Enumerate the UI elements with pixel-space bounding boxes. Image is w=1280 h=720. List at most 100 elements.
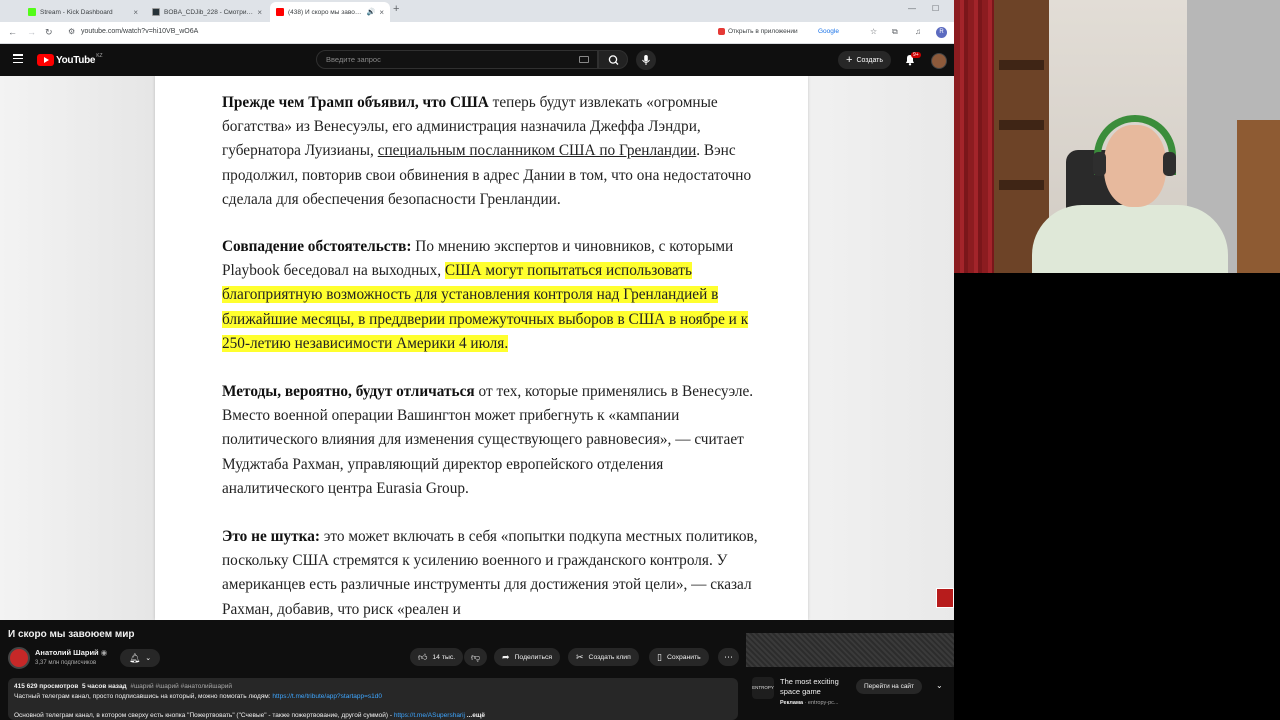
tab-label: Stream - Kick Dashboard (40, 8, 113, 16)
paragraph-lead: Методы, вероятно, будут отличаться (222, 383, 475, 400)
url-field[interactable]: youtube.com/watch?v=hi10VB_wO6A (81, 28, 198, 35)
upload-age: 5 часов назад (81, 683, 127, 690)
subscription-bell-button[interactable]: 🔔︎ ⌄ (120, 649, 160, 667)
save-button[interactable]: ▯ Сохранить (649, 648, 709, 666)
youtube-logo[interactable]: YouTube KZ (37, 53, 103, 66)
streamer-shirt (1032, 205, 1228, 273)
curtain (954, 0, 994, 273)
microphone-icon (642, 55, 650, 65)
site-info-icon[interactable]: ⚙ (68, 27, 75, 36)
back-icon[interactable]: ← (8, 27, 17, 37)
share-label: Поделиться (514, 653, 553, 661)
video-title: И скоро мы завоюем мир (8, 629, 135, 640)
more-actions-button[interactable]: ⋯ (718, 648, 739, 666)
new-tab-icon[interactable]: + (393, 3, 399, 15)
article-paragraph-2: Совпадение обстоятельств: По мнению эксп… (222, 235, 762, 356)
voice-search-button[interactable] (636, 50, 656, 70)
article-link: специальным посланником США по Гренланди… (377, 142, 697, 160)
chevron-down-icon: ⌄ (145, 655, 152, 662)
extensions-icon[interactable]: ⧉ (892, 27, 898, 37)
like-count: 14 тыс. (432, 653, 456, 661)
country-code: KZ (96, 53, 103, 59)
create-button[interactable]: + Создать (838, 51, 892, 69)
show-more-link[interactable]: ...ещё (467, 712, 485, 719)
paragraph-text: от тех, которые применялись в Венесуэле.… (222, 383, 754, 497)
channel-name[interactable]: Анатолий Шарий ◉ (35, 648, 107, 657)
keyboard-icon[interactable] (579, 56, 589, 63)
tribute-link[interactable]: https://t.me/tribute/app?startapp=s1d0 (272, 693, 382, 700)
channel-watermark-icon[interactable] (936, 588, 954, 608)
tab-kick-dashboard[interactable]: Stream - Kick Dashboard × (22, 2, 144, 22)
clip-button[interactable]: ✂ Создать клип (568, 648, 639, 666)
like-button[interactable]: 👍︎ 14 тыс. (410, 648, 464, 666)
tab-boba[interactable]: BOBA_CDJib_228 - Смотрите в... × (146, 2, 268, 22)
headphone-cup (1093, 152, 1106, 176)
address-bar: ← → ↻ ⚙ youtube.com/watch?v=hi10VB_wO6A … (0, 22, 954, 44)
search-input[interactable]: Введите запрос (316, 50, 598, 69)
create-label: Создать (856, 56, 884, 64)
ad-logo: ENTROPY (752, 677, 774, 699)
menu-icon[interactable] (13, 54, 23, 64)
more-dots-icon: ⋯ (724, 651, 733, 662)
ad-title[interactable]: The most exciting space game (780, 677, 850, 697)
tab-youtube-active[interactable]: (438) И скоро мы завоюе... 🔊 × (270, 2, 390, 22)
verified-icon: ◉ (100, 648, 108, 657)
shelf-board (999, 60, 1044, 70)
wooden-cabinet (1237, 120, 1280, 273)
plus-icon: + (846, 53, 853, 66)
article-paragraph-3: Методы, вероятно, будут отличаться от те… (222, 380, 762, 501)
bookmark-star-icon[interactable]: ☆ (870, 27, 877, 36)
ad-banner-image[interactable] (746, 633, 954, 667)
description-line-2: Основной телеграм канал, в котором сверх… (14, 712, 485, 719)
media-control-icon[interactable]: ♫ (915, 27, 921, 36)
save-label: Сохранить (666, 653, 701, 661)
share-icon: ➦ (502, 651, 510, 662)
telegram-link[interactable]: https://t.me/ASupersharij (394, 712, 465, 719)
video-player[interactable]: Прежде чем Трамп объявил, что США теперь… (0, 76, 954, 620)
ad-visit-site-button[interactable]: Перейти на сайт (856, 679, 923, 694)
hashtags[interactable]: #шарий #шарий #анатолийшарий (130, 683, 232, 690)
video-description[interactable]: 415 629 просмотров 5 часов назад #шарий … (8, 678, 738, 720)
thumbs-down-icon: 👎︎ (471, 651, 481, 662)
description-stats: 415 629 просмотров 5 часов назад #шарий … (14, 682, 732, 692)
reload-icon[interactable]: ↻ (45, 27, 53, 38)
youtube-play-logo-icon (37, 54, 54, 66)
ad-sponsor-line: Реклама · entropy-pc... (780, 700, 839, 706)
dislike-button[interactable]: 👎︎ (464, 648, 488, 666)
paragraph-lead: Это не шутка: (222, 528, 320, 545)
google-chip[interactable]: Google (818, 28, 839, 35)
profile-avatar[interactable]: R (936, 27, 947, 38)
shelf-board (999, 180, 1044, 190)
maximize-icon[interactable]: ☐ (932, 4, 939, 13)
search-button[interactable] (598, 50, 628, 69)
bookmark-icon: ▯ (657, 651, 662, 662)
description-line-1: Частный телеграм канал, просто подписавш… (14, 693, 383, 700)
tab-label: BOBA_CDJib_228 - Смотрите в... (164, 8, 253, 16)
view-count: 415 629 просмотров (14, 683, 79, 690)
clip-label: Создать клип (588, 653, 631, 661)
sponsored-ad-card[interactable]: ENTROPY The most exciting space game Рек… (746, 633, 954, 720)
forward-icon[interactable]: → (27, 27, 36, 37)
search-icon (608, 55, 619, 65)
notification-count-badge: 9+ (911, 52, 921, 58)
account-avatar[interactable] (931, 53, 947, 69)
article-paragraph-1: Прежде чем Трамп объявил, что США теперь… (222, 91, 762, 212)
subscriber-count: 3,37 млн подписчиков (35, 660, 97, 666)
channel-avatar[interactable] (8, 647, 30, 669)
tab-close-icon[interactable]: × (133, 8, 138, 17)
article-paragraph-4: Это не шутка: это может включать в себя … (222, 525, 762, 620)
tab-close-icon[interactable]: × (257, 8, 262, 17)
bell-icon: 🔔︎ (128, 652, 141, 663)
speaker-icon[interactable]: 🔊 (367, 8, 376, 16)
youtube-app-icon (718, 28, 725, 35)
browser-window: Stream - Kick Dashboard × BOBA_CDJib_228… (0, 0, 954, 720)
open-in-app-label: Открыть в приложении (728, 28, 798, 35)
chevron-down-icon[interactable]: ⌄ (936, 681, 943, 690)
site-favicon-icon (152, 8, 160, 16)
logo-text: YouTube (56, 54, 96, 66)
open-in-app-button[interactable]: Открыть в приложении (718, 28, 798, 35)
tab-close-icon[interactable]: × (379, 8, 384, 17)
tab-strip: Stream - Kick Dashboard × BOBA_CDJib_228… (0, 0, 954, 22)
share-button[interactable]: ➦ Поделиться (494, 648, 561, 666)
minimize-icon[interactable]: — (908, 4, 916, 13)
